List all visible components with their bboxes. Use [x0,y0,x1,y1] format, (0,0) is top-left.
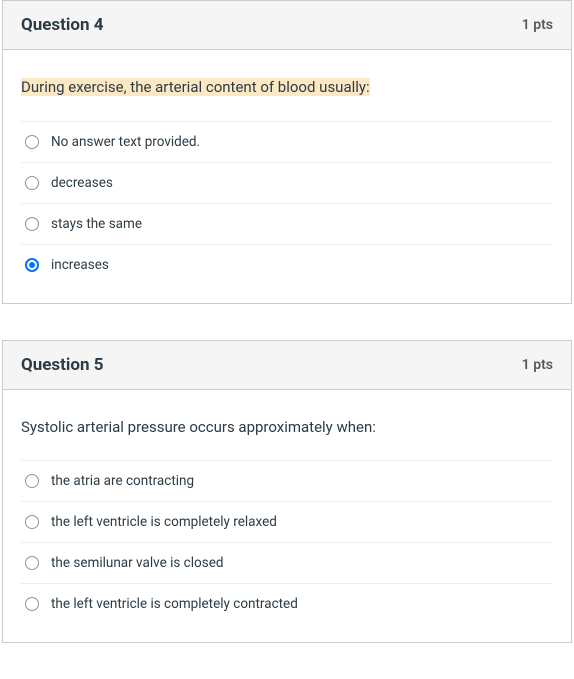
radio-icon[interactable] [25,515,39,529]
radio-icon[interactable] [25,258,39,272]
question-text: Systolic arterial pressure occurs approx… [21,416,553,439]
question-body: Systolic arterial pressure occurs approx… [3,390,571,643]
radio-icon[interactable] [25,474,39,488]
answer-option[interactable]: increases [21,244,553,285]
answer-label: No answer text provided. [51,134,200,150]
question-title: Question 4 [21,15,104,35]
question-title: Question 5 [21,355,104,375]
answer-label: the semilunar valve is closed [51,555,223,571]
answer-label: increases [51,257,109,273]
answer-option[interactable]: the left ventricle is completely relaxed [21,501,553,542]
radio-icon[interactable] [25,556,39,570]
radio-icon[interactable] [25,135,39,149]
radio-icon[interactable] [25,597,39,611]
answer-option[interactable]: decreases [21,162,553,203]
answer-option[interactable]: the atria are contracting [21,460,553,501]
question-text: During exercise, the arterial content of… [21,76,553,99]
answers-list: No answer text provided. decreases stays… [21,121,553,285]
radio-icon[interactable] [25,217,39,231]
question-card: Question 4 1 pts During exercise, the ar… [2,0,572,304]
question-header: Question 5 1 pts [3,341,571,390]
answer-label: decreases [51,175,113,191]
answer-option[interactable]: the left ventricle is completely contrac… [21,583,553,624]
question-text-highlight: During exercise, the arterial content of… [21,78,370,96]
answer-option[interactable]: stays the same [21,203,553,244]
question-card: Question 5 1 pts Systolic arterial press… [2,340,572,644]
question-text-span: Systolic arterial pressure occurs approx… [21,418,376,436]
radio-icon[interactable] [25,176,39,190]
answer-label: stays the same [51,216,142,232]
answer-label: the left ventricle is completely relaxed [51,514,277,530]
answer-label: the left ventricle is completely contrac… [51,596,298,612]
question-points: 1 pts [522,357,553,373]
question-points: 1 pts [522,17,553,33]
question-header: Question 4 1 pts [3,1,571,50]
answer-option[interactable]: the semilunar valve is closed [21,542,553,583]
answer-option[interactable]: No answer text provided. [21,121,553,162]
question-body: During exercise, the arterial content of… [3,50,571,303]
answer-label: the atria are contracting [51,473,194,489]
answers-list: the atria are contracting the left ventr… [21,460,553,624]
